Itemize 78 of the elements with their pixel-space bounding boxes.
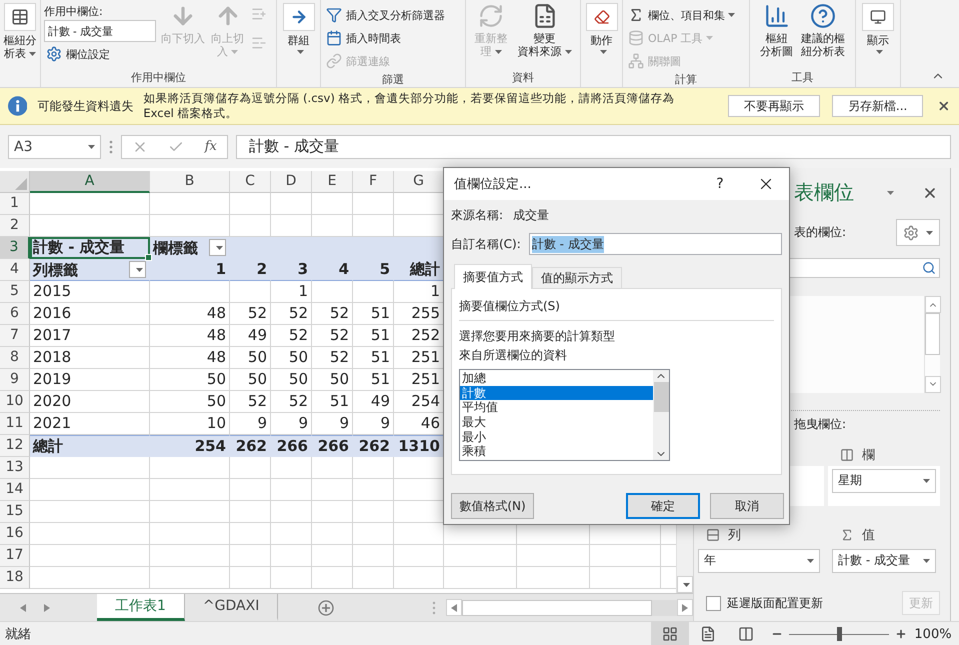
table-cell: 計數 - 成交量 <box>30 237 150 259</box>
table-cell: 3 <box>271 259 312 281</box>
table-cell: 1 <box>150 259 230 281</box>
table-cell: 48 <box>150 347 230 369</box>
table-cell: 48 <box>150 303 230 325</box>
group-label: 工具 <box>792 70 814 86</box>
table-cell: 2015 <box>30 281 150 303</box>
table-cell: 51 <box>353 369 394 391</box>
table-cell: 51 <box>312 391 353 413</box>
table-cell: 266 <box>271 435 312 457</box>
custom-name-label: 自訂名稱(C): <box>451 236 521 252</box>
table-cell: 1310 <box>394 435 444 457</box>
table-cell: 51 <box>353 303 394 325</box>
info-message: 如果將活頁簿儲存為逗號分隔 (.csv) 格式，會遺失部分功能，若要保留這些功能，請將活頁簿儲存為 Excel 檔案格式。 <box>143 91 676 121</box>
description-text: 選擇您要用來摘要的計算類型 <box>459 328 616 345</box>
table-cell: 9 <box>353 413 394 435</box>
table-cell: 2018 <box>30 347 150 369</box>
table-cell: 49 <box>230 325 271 347</box>
table-cell: 50 <box>150 369 230 391</box>
table-cell: 52 <box>312 347 353 369</box>
section-title: 摘要值欄位方式(S) <box>459 298 561 315</box>
table-cell: 51 <box>353 347 394 369</box>
cell-reference: A3 <box>14 138 32 154</box>
drag-caption: 拖曳欄位: <box>794 416 846 433</box>
table-cell: 2019 <box>30 369 150 391</box>
table-cell: 2 <box>230 259 271 281</box>
table-cell: 52 <box>271 325 312 347</box>
table-cell: 266 <box>312 435 353 457</box>
area-label: 欄 <box>862 446 875 464</box>
table-cell: 1 <box>271 281 312 303</box>
table-cell: 262 <box>353 435 394 457</box>
table-cell: 50 <box>312 369 353 391</box>
area-label: 值 <box>862 526 875 544</box>
table-cell: 2017 <box>30 325 150 347</box>
active-field-caption: 作用中欄位: <box>44 4 104 19</box>
group-label: 計算 <box>675 72 697 88</box>
table-cell: 52 <box>271 303 312 325</box>
table-cell: 52 <box>230 303 271 325</box>
table-cell: 52 <box>230 391 271 413</box>
checkbox-label: 延遲版面配置更新 <box>727 594 823 612</box>
info-title: 可能發生資料遺失 <box>37 98 134 114</box>
table-cell: 254 <box>150 435 230 457</box>
pivot-header-label: 列標籤 <box>33 260 78 280</box>
dialog-title: 值欄位設定... <box>454 176 532 193</box>
group-label: 篩選 <box>382 72 404 88</box>
fields-caption: 表的欄位: <box>794 224 846 242</box>
source-name-label: 來源名稱: <box>451 207 504 224</box>
table-cell: 9 <box>312 413 353 435</box>
table-cell: 50 <box>271 347 312 369</box>
table-cell: 50 <box>150 391 230 413</box>
pivot-header-label: 欄標籤 <box>153 238 198 258</box>
table-cell: 52 <box>312 303 353 325</box>
table-cell: 5 <box>353 259 394 281</box>
table-cell: 50 <box>271 369 312 391</box>
source-name-value: 成交量 <box>513 207 550 224</box>
table-cell: 51 <box>353 325 394 347</box>
area-label: 列 <box>728 526 741 544</box>
table-cell: 50 <box>230 369 271 391</box>
table-cell: 4 <box>312 259 353 281</box>
table-cell: 48 <box>150 325 230 347</box>
table-cell: 50 <box>230 347 271 369</box>
table-cell: 2020 <box>30 391 150 413</box>
table-cell: 52 <box>271 391 312 413</box>
table-cell: 49 <box>353 391 394 413</box>
table-cell: 9 <box>230 413 271 435</box>
table-cell: 2016 <box>30 303 150 325</box>
status-text: 就緒 <box>5 626 31 643</box>
group-label: 作用中欄位 <box>131 70 186 86</box>
group-label: 資料 <box>512 70 534 86</box>
table-cell: 10 <box>150 413 230 435</box>
table-cell: 總計 <box>394 259 444 281</box>
pane-title: 表欄位 <box>794 179 854 206</box>
table-cell: 262 <box>230 435 271 457</box>
table-cell: 總計 <box>30 435 150 457</box>
table-cell: 52 <box>312 325 353 347</box>
description-text: 來自所選欄位的資料 <box>459 347 568 364</box>
table-cell: 2021 <box>30 413 150 435</box>
table-cell: 9 <box>271 413 312 435</box>
